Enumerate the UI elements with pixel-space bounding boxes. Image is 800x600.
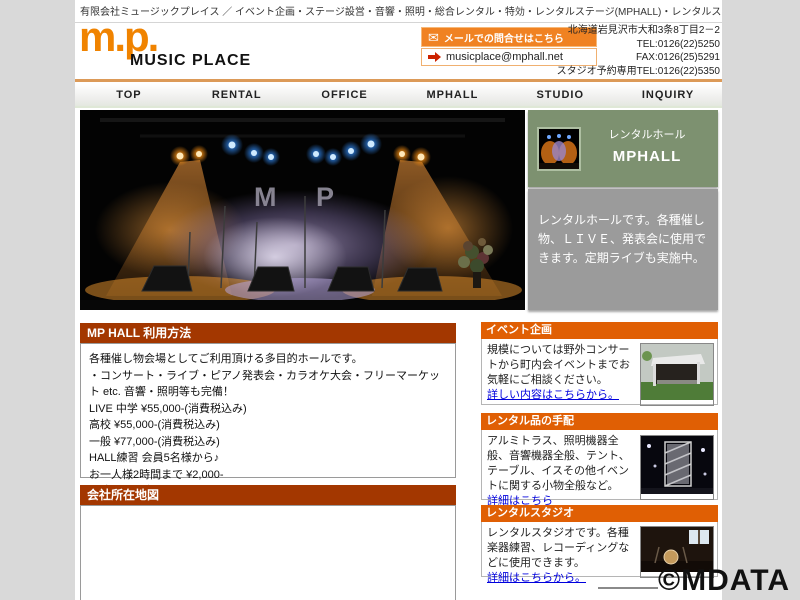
- stage-wall-logo: M P: [254, 182, 350, 212]
- hall-info-line: LIVE 中学 ¥55,000-(消費税込み): [89, 401, 447, 418]
- breadcrumb: 有限会社ミュージックプレイス ／ イベント企画・ステージ設営・音響・照明・総合レ…: [75, 0, 722, 23]
- hall-description: レンタルホールです。各種催し物、ＬＩＶＥ、発表会に使用できます。定期ライブも実施…: [528, 189, 718, 310]
- nav-item-inquiry[interactable]: INQUIRY: [614, 84, 722, 106]
- nav-item-office[interactable]: OFFICE: [291, 84, 399, 106]
- event-planning-link[interactable]: 詳しい内容はこちらから。: [487, 388, 619, 403]
- hall-banner-name: MPHALL: [582, 148, 712, 165]
- hall-thumbnail: [537, 127, 581, 171]
- arrow-icon: [428, 52, 441, 62]
- nav-item-studio[interactable]: STUDIO: [506, 84, 614, 106]
- hall-info-line: 各種催し物会場としてご利用頂ける多目的ホールです。: [89, 351, 447, 368]
- mail-button-label: メールでの問合せはこちら: [444, 30, 564, 45]
- watermark: ©MDATA: [658, 564, 790, 598]
- content-column: 有限会社ミュージックプレイス ／ イベント企画・ステージ設営・音響・照明・総合レ…: [75, 0, 722, 600]
- rental-studio-text: レンタルスタジオです。各種楽器練習、レコーディングなどに使用できます。: [487, 527, 629, 569]
- nav-item-mphall[interactable]: MPHALL: [398, 84, 506, 106]
- company-tel: TEL:0126(22)5250: [557, 38, 720, 52]
- main-nav: TOP RENTAL OFFICE MPHALL STUDIO INQUIRY: [75, 84, 722, 108]
- rental-goods-text: アルミトラス、照明機器全般、音響機器全般、テント、テーブル、イスその他イベントに…: [487, 435, 630, 492]
- company-contact-block: 北海道岩見沢市大和3条8丁目2－2 TEL:0126(22)5250 FAX:0…: [557, 24, 720, 78]
- logo-text: MUSIC PLACE: [130, 52, 251, 70]
- event-planning-text: 規模については野外コンサートから町内会イベントまでお気軽にご相談ください。: [487, 344, 630, 386]
- company-fax: FAX:0126(25)5291: [557, 51, 720, 65]
- hall-info-line: ・コンサート・ライブ・ピアノ発表会・カラオケ大会・フリーマーケット etc. 音…: [89, 368, 447, 401]
- nav-item-top[interactable]: TOP: [75, 84, 183, 106]
- rental-hall-banner[interactable]: レンタルホール MPHALL: [528, 110, 718, 187]
- company-address: 北海道岩見沢市大和3条8丁目2－2: [557, 24, 720, 38]
- rental-goods-body: アルミトラス、照明機器全般、音響機器全般、テント、テーブル、イスその他イベントに…: [481, 430, 718, 500]
- email-address: musicplace@mphall.net: [446, 51, 563, 63]
- watermark-line: [598, 587, 658, 589]
- truss-photo: [640, 435, 714, 500]
- hall-info-line: お一人様2時間まで ¥2,000-: [89, 467, 447, 484]
- hall-info-heading: MP HALL 利用方法: [80, 323, 456, 343]
- nav-item-rental[interactable]: RENTAL: [183, 84, 291, 106]
- hall-info-line: 高校 ¥55,000-(消費税込み): [89, 417, 447, 434]
- map-placeholder: [80, 505, 456, 600]
- event-planning-heading: イベント企画: [481, 322, 718, 339]
- hall-info-body: 各種催し物会場としてご利用頂ける多目的ホールです。 ・コンサート・ライブ・ピアノ…: [80, 343, 456, 478]
- logo-mark: m.p.: [79, 17, 157, 57]
- studio-tel: スタジオ予約専用TEL:0126(22)5350: [557, 65, 720, 79]
- rental-studio-heading: レンタルスタジオ: [481, 505, 718, 522]
- header-divider: [75, 79, 722, 82]
- rental-goods-heading: レンタル品の手配: [481, 413, 718, 430]
- hall-info-line: 一般 ¥77,000-(消費税込み): [89, 434, 447, 451]
- outdoor-stage-photo: [640, 343, 714, 406]
- stage-photo: M P: [80, 110, 525, 310]
- hall-info-line: HALL練習 会員5名様から♪: [89, 450, 447, 467]
- rental-studio-link[interactable]: 詳細はこちらから。: [487, 571, 586, 586]
- hall-banner-label: レンタルホール: [582, 126, 712, 142]
- event-planning-body: 規模については野外コンサートから町内会イベントまでお気軽にご相談ください。 詳し…: [481, 339, 718, 405]
- envelope-icon: ✉: [428, 31, 439, 44]
- map-heading: 会社所在地図: [80, 485, 456, 505]
